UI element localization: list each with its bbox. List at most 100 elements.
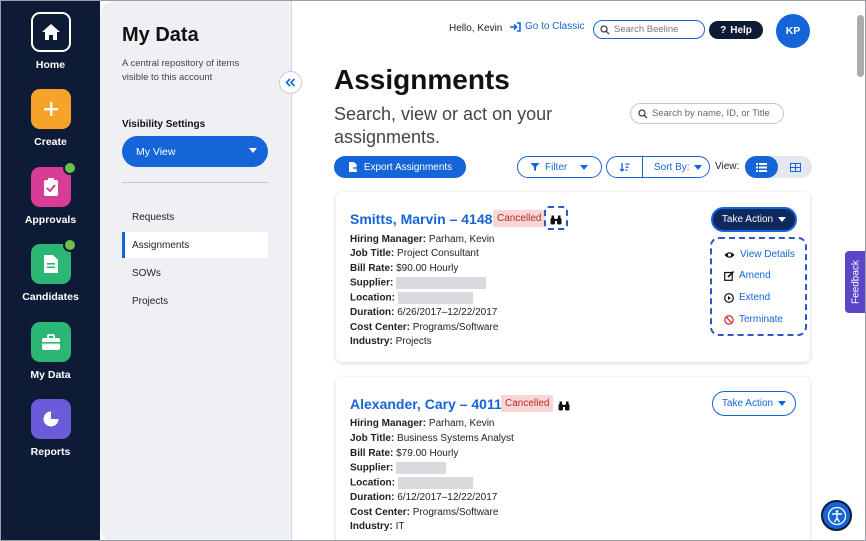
rail-candidates[interactable]: Candidates: [1, 238, 100, 303]
filter-button[interactable]: Filter: [517, 156, 602, 178]
sidebar-item-label: Assignments: [132, 239, 190, 251]
assignment-name-link[interactable]: Smitts, Marvin – 4148: [350, 211, 492, 227]
go-to-classic-label: Go to Classic: [525, 21, 585, 32]
field-supplier: Supplier:: [350, 277, 487, 289]
list-icon: [756, 162, 767, 172]
search-beeline-input[interactable]: Search Beeline: [593, 20, 705, 39]
rail-create[interactable]: Create: [1, 89, 100, 148]
redacted-value: [396, 277, 487, 289]
home-icon: [30, 12, 71, 52]
visibility-label: Visibility Settings: [122, 119, 206, 130]
collapse-sidebar-button[interactable]: [279, 71, 302, 94]
grid-icon: [790, 162, 801, 172]
take-action-menu: View Details Amend Extend Terminate: [710, 237, 807, 336]
notification-dot: [62, 161, 77, 175]
secondary-sidebar: My Data A central repository of items vi…: [100, 1, 292, 540]
page-subtitle: Search, view or act on your assignments.: [334, 104, 553, 147]
field-industry: Industry: Projects: [350, 336, 432, 347]
avatar[interactable]: KP: [776, 14, 810, 48]
chevron-down-icon: [580, 164, 589, 170]
menu-item-amend[interactable]: Amend: [724, 270, 771, 281]
nav-rail: Home Create Approvals Candidates My Data…: [1, 1, 100, 540]
eye-icon: [724, 251, 735, 258]
search-icon: [638, 108, 648, 118]
field-location: Location:: [350, 477, 473, 489]
sidebar-description: A central repository of items visible to…: [122, 58, 240, 83]
sidebar-item-label: Projects: [132, 295, 169, 307]
search-icon: [600, 24, 610, 34]
accessibility-button[interactable]: [821, 500, 852, 531]
document-icon: [30, 238, 77, 284]
sidebar-title: My Data: [122, 24, 199, 46]
visibility-value: My View: [136, 145, 176, 158]
sidebar-item-requests[interactable]: Requests: [122, 204, 268, 230]
chevron-down-icon: [778, 401, 787, 406]
search-placeholder: Search by name, ID, or Title: [652, 108, 770, 119]
pie-chart-icon: [30, 399, 71, 439]
notification-dot: [62, 238, 77, 252]
greeting: Hello, Kevin: [449, 23, 503, 34]
menu-item-view-details[interactable]: View Details: [724, 249, 795, 260]
menu-item-extend[interactable]: Extend: [724, 292, 770, 303]
take-action-label: Take Action: [721, 398, 774, 409]
export-assignments-button[interactable]: Export Assignments: [334, 156, 466, 178]
feedback-tab[interactable]: Feedback: [845, 251, 865, 313]
chevron-down-icon: [778, 217, 787, 222]
visibility-select[interactable]: My View: [122, 136, 268, 167]
assignment-name-link[interactable]: Alexander, Cary – 4011: [350, 396, 502, 412]
go-to-classic-link[interactable]: Go to Classic: [509, 21, 584, 32]
field-industry: Industry: IT: [350, 521, 405, 532]
take-action-button[interactable]: Take Action: [712, 391, 796, 416]
double-chevron-left-icon: [285, 78, 296, 87]
grid-view-button[interactable]: [779, 156, 812, 178]
redacted-value: [396, 462, 447, 474]
field-cost-center: Cost Center: Programs/Software: [350, 322, 499, 333]
accessibility-icon: [827, 506, 846, 525]
sign-in-icon: [510, 21, 521, 32]
status-badge: Cancelled: [501, 395, 554, 412]
rail-label: Home: [35, 59, 66, 71]
rail-label: Create: [34, 136, 67, 148]
field-bill-rate: Bill Rate: $90.00 Hourly: [350, 263, 459, 274]
binoculars-icon[interactable]: [558, 398, 570, 416]
export-label: Export Assignments: [363, 161, 453, 173]
rail-label: Candidates: [22, 291, 79, 303]
search-placeholder: Search Beeline: [614, 24, 679, 35]
help-button[interactable]: ? Help: [709, 21, 763, 39]
rail-label: My Data: [30, 369, 71, 381]
search-assignments-input[interactable]: Search by name, ID, or Title: [630, 103, 784, 124]
field-supplier: Supplier:: [350, 462, 447, 474]
rail-label: Reports: [30, 446, 71, 458]
edit-icon: [724, 270, 734, 281]
sidebar-item-assignments[interactable]: Assignments: [122, 232, 268, 258]
divider: [122, 182, 268, 183]
take-action-button[interactable]: Take Action: [711, 207, 797, 232]
redacted-value: [397, 477, 473, 489]
field-hiring-manager: Hiring Manager: Parham, Kevin: [350, 234, 495, 245]
field-cost-center: Cost Center: Programs/Software: [350, 507, 499, 518]
list-view-button[interactable]: [745, 156, 778, 178]
sort-by-label: Sort By:: [654, 161, 690, 173]
rail-approvals[interactable]: Approvals: [1, 161, 100, 226]
scrollbar-thumb[interactable]: [857, 15, 864, 77]
plus-icon: [30, 89, 71, 129]
rail-home[interactable]: Home: [1, 12, 100, 71]
field-location: Location:: [350, 292, 473, 304]
sort-direction-icon[interactable]: [607, 157, 643, 177]
chevron-down-icon: [249, 148, 257, 153]
play-circle-icon: [724, 292, 734, 303]
view-toggle: [745, 156, 812, 178]
field-hiring-manager: Hiring Manager: Parham, Kevin: [350, 418, 495, 429]
filter-icon: [530, 163, 540, 171]
sidebar-item-projects[interactable]: Projects: [122, 288, 268, 314]
page-title: Assignments: [334, 64, 510, 95]
binoculars-icon[interactable]: [550, 212, 562, 230]
sidebar-item-sows[interactable]: SOWs: [122, 260, 268, 286]
sort-control[interactable]: Sort By:: [606, 156, 710, 178]
redacted-value: [397, 292, 473, 304]
field-bill-rate: Bill Rate: $79.00 Hourly: [350, 448, 459, 459]
assignment-card: Alexander, Cary – 4011 Cancelled Take Ac…: [336, 377, 810, 540]
menu-item-terminate[interactable]: Terminate: [724, 314, 783, 325]
rail-reports[interactable]: Reports: [1, 399, 100, 458]
rail-my-data[interactable]: My Data: [1, 322, 100, 381]
